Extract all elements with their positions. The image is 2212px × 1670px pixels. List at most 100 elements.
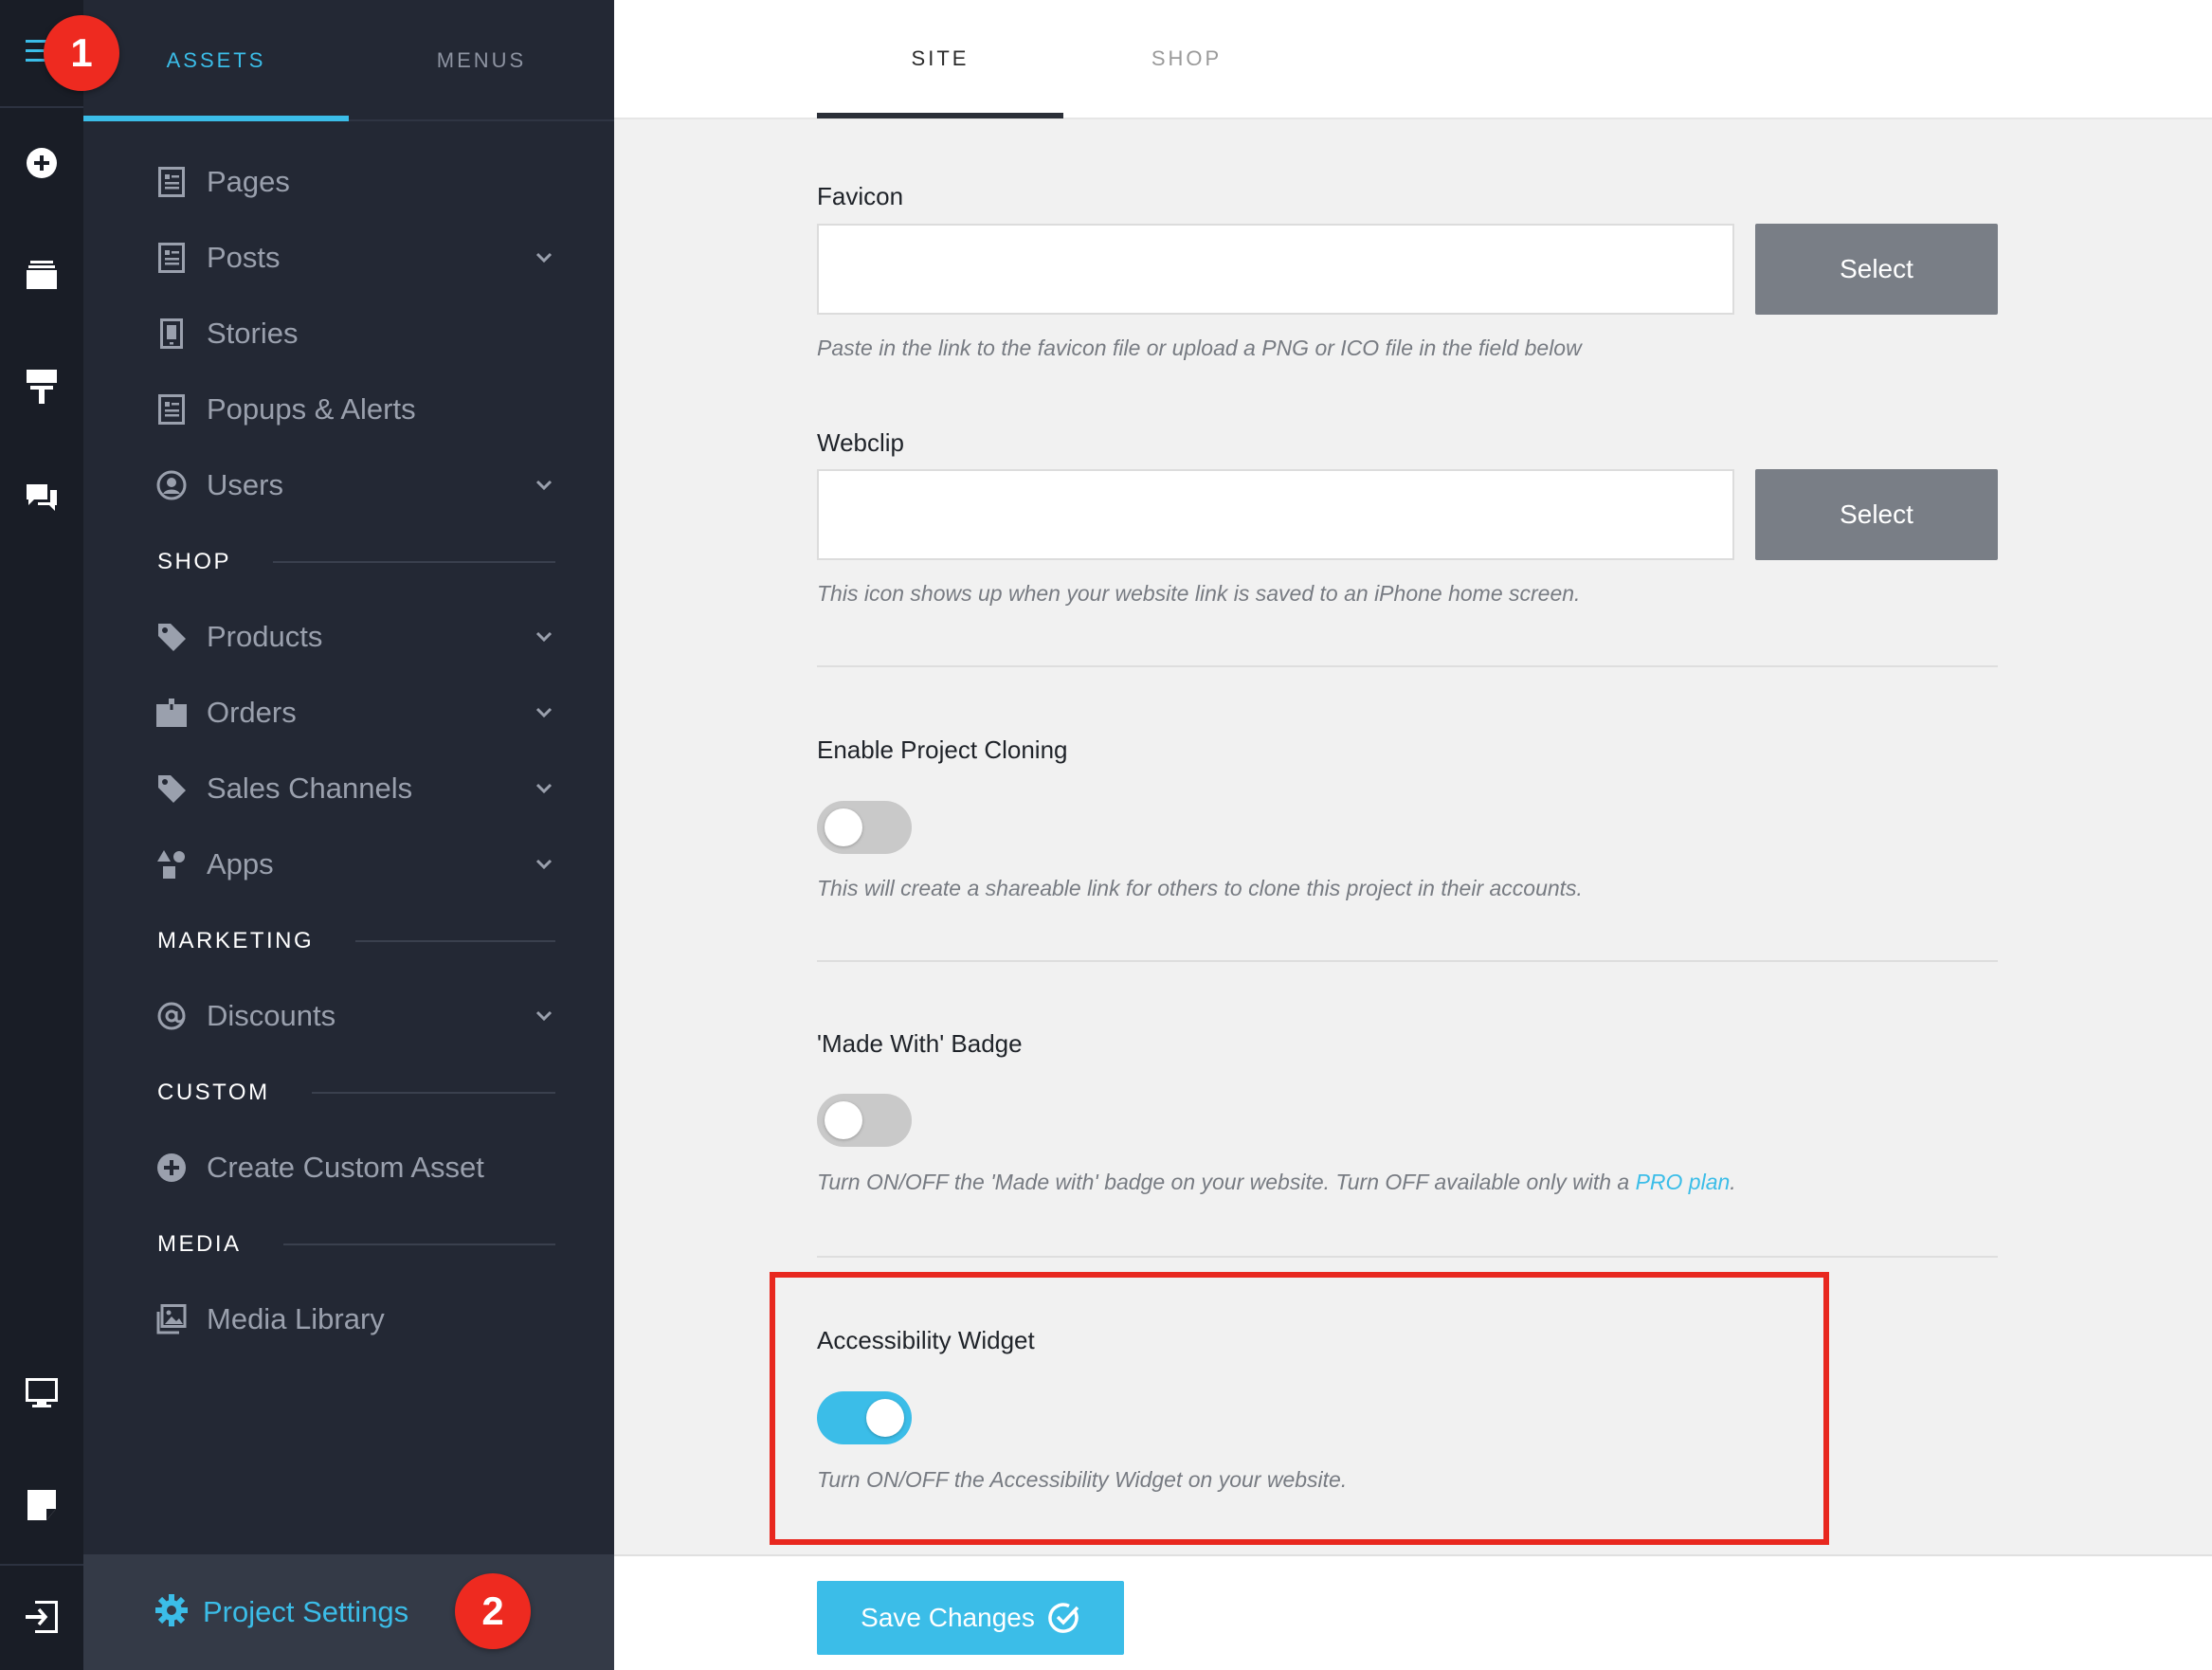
sidebar-item-popups[interactable]: Popups & Alerts	[155, 381, 553, 438]
made-with-badge-help-text: Turn ON/OFF the 'Made with' badge on you…	[817, 1170, 1736, 1195]
sidebar-item-label: Posts	[207, 241, 281, 274]
sidebar-item-discounts[interactable]: Discounts	[155, 988, 553, 1044]
sidebar-item-pages[interactable]: Pages	[155, 154, 553, 210]
sidebar-item-stories[interactable]: Stories	[155, 305, 553, 362]
chevron-down-icon[interactable]	[535, 699, 553, 731]
save-changes-label: Save Changes	[861, 1603, 1035, 1632]
toggle-knob	[825, 808, 862, 846]
user-circle-icon	[155, 469, 188, 501]
sidebar-item-label: Orders	[207, 696, 297, 729]
section-media: MEDIA	[157, 1225, 555, 1263]
sidebar-item-project-settings[interactable]: Project Settings	[83, 1554, 614, 1670]
sidebar-item-sales-channels[interactable]: Sales Channels	[155, 760, 553, 817]
webclip-select-button[interactable]: Select	[1755, 469, 1998, 560]
add-circle-icon	[155, 1152, 188, 1184]
help-text-end: .	[1730, 1170, 1736, 1194]
section-divider	[282, 1243, 555, 1245]
chevron-down-icon[interactable]	[535, 624, 553, 655]
section-label: MEDIA	[157, 1231, 242, 1257]
project-cloning-label: Enable Project Cloning	[817, 735, 1068, 764]
webclip-label: Webclip	[817, 428, 905, 457]
mobile-icon	[155, 318, 188, 350]
sidebar-item-products[interactable]: Products	[155, 608, 553, 665]
check-circle-icon	[1048, 1602, 1080, 1634]
sidebar-item-posts[interactable]: Posts	[155, 229, 553, 286]
layers-icon[interactable]	[0, 237, 83, 313]
webclip-help-text: This icon shows up when your website lin…	[817, 581, 1581, 606]
sidebar-item-apps[interactable]: Apps	[155, 836, 553, 893]
step-badge-2: 2	[455, 1573, 531, 1649]
project-settings-label: Project Settings	[203, 1595, 409, 1628]
tab-menus[interactable]: MENUS	[349, 0, 614, 121]
sidebar-item-label: Pages	[207, 165, 290, 198]
chevron-down-icon[interactable]	[535, 245, 553, 276]
section-label: MARKETING	[157, 928, 315, 953]
chevron-down-icon[interactable]	[535, 1003, 553, 1034]
chevron-down-icon[interactable]	[535, 775, 553, 807]
paint-roller-icon[interactable]	[0, 349, 83, 425]
toggle-knob	[825, 1101, 862, 1139]
sidebar-item-label: Apps	[207, 847, 274, 880]
sidebar-item-media-library[interactable]: Media Library	[155, 1291, 553, 1348]
section-label: SHOP	[157, 549, 232, 574]
section-divider	[817, 1256, 1998, 1258]
desktop-icon[interactable]	[0, 1355, 83, 1431]
tab-shop[interactable]: SHOP	[1063, 0, 1310, 118]
document-icon	[155, 242, 188, 274]
settings-tabs: SITE SHOP	[614, 0, 2212, 119]
document-icon	[155, 166, 188, 198]
made-with-badge-toggle[interactable]	[817, 1094, 912, 1147]
at-sign-icon	[155, 1000, 188, 1032]
sidebar-item-label: Products	[207, 620, 323, 653]
sidebar-item-create-custom-asset[interactable]: Create Custom Asset	[155, 1139, 553, 1196]
sidebar-item-label: Create Custom Asset	[207, 1151, 484, 1184]
highlight-box	[770, 1272, 1829, 1545]
sidebar-item-label: Users	[207, 468, 283, 501]
exit-icon[interactable]	[0, 1579, 83, 1655]
tab-assets[interactable]: ASSETS	[83, 0, 349, 121]
section-marketing: MARKETING	[157, 922, 555, 960]
gear-icon	[155, 1593, 188, 1631]
active-tab-indicator	[83, 116, 349, 121]
section-divider	[311, 1092, 555, 1094]
icon-rail	[0, 0, 83, 1670]
sidebar-item-label: Popups & Alerts	[207, 392, 416, 426]
section-divider	[817, 665, 1998, 667]
section-custom: CUSTOM	[157, 1074, 555, 1112]
add-circle-icon[interactable]	[0, 125, 83, 201]
save-changes-button[interactable]: Save Changes	[817, 1581, 1124, 1655]
chevron-down-icon[interactable]	[535, 472, 553, 503]
sidebar-item-orders[interactable]: Orders	[155, 684, 553, 741]
rail-divider	[0, 106, 83, 108]
pro-plan-link[interactable]: PRO plan	[1636, 1170, 1731, 1194]
project-cloning-help-text: This will create a shareable link for ot…	[817, 876, 1583, 900]
chat-icon[interactable]	[0, 461, 83, 536]
section-label: CUSTOM	[157, 1080, 270, 1105]
favicon-select-button[interactable]: Select	[1755, 224, 1998, 315]
section-divider	[817, 960, 1998, 962]
sidebar-item-users[interactable]: Users	[155, 457, 553, 514]
step-badge-1: 1	[44, 15, 119, 91]
help-text: Turn ON/OFF the 'Made with' badge on you…	[817, 1170, 1636, 1194]
webclip-input[interactable]	[817, 469, 1734, 560]
favicon-label: Favicon	[817, 182, 904, 210]
made-with-badge-label: 'Made With' Badge	[817, 1029, 1023, 1058]
tag-icon	[155, 772, 188, 805]
box-icon	[155, 697, 188, 729]
section-divider	[273, 561, 555, 563]
project-cloning-toggle[interactable]	[817, 801, 912, 854]
tab-site[interactable]: SITE	[817, 0, 1063, 118]
section-shop: SHOP	[157, 543, 555, 581]
sidebar-item-label: Discounts	[207, 999, 336, 1032]
chevron-down-icon[interactable]	[535, 851, 553, 882]
note-icon[interactable]	[0, 1467, 83, 1543]
favicon-input[interactable]	[817, 224, 1734, 315]
rail-divider	[0, 1564, 83, 1566]
sidebar-item-label: Sales Channels	[207, 771, 413, 805]
images-icon	[155, 1303, 188, 1335]
sidebar-item-label: Media Library	[207, 1302, 385, 1335]
sidebar-tabs: ASSETS MENUS	[83, 0, 614, 121]
document-icon	[155, 393, 188, 426]
active-tab-indicator	[817, 113, 1063, 118]
shapes-icon	[155, 848, 188, 880]
